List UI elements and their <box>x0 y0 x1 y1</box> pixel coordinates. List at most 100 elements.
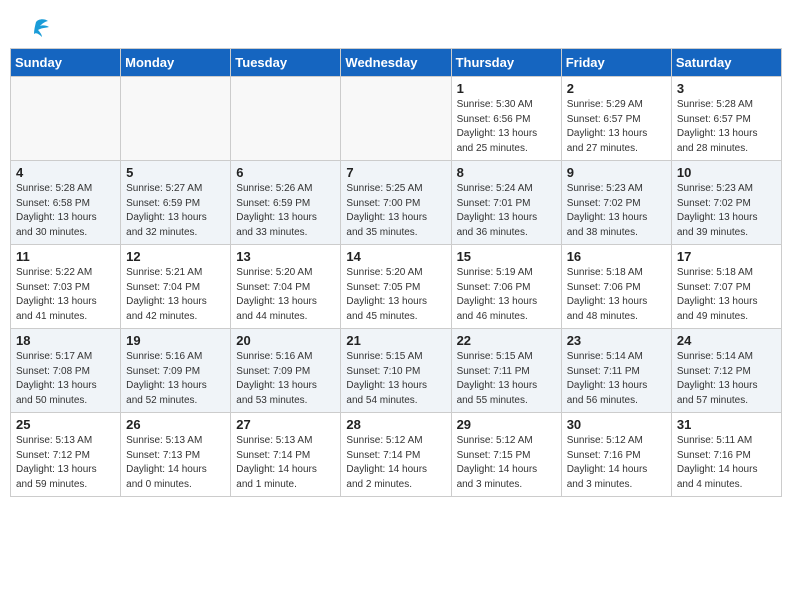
day-info: Sunrise: 5:24 AM Sunset: 7:01 PM Dayligh… <box>457 182 556 240</box>
day-number: 19 <box>126 333 225 348</box>
day-number: 31 <box>677 417 776 432</box>
day-number: 8 <box>457 165 556 180</box>
day-number: 15 <box>457 249 556 264</box>
calendar-week-row: 11Sunrise: 5:22 AM Sunset: 7:03 PM Dayli… <box>11 245 782 329</box>
day-info: Sunrise: 5:14 AM Sunset: 7:11 PM Dayligh… <box>567 350 666 408</box>
calendar-cell: 8 Sunrise: 5:24 AM Sunset: 7:01 PM Daylig… <box>451 161 561 245</box>
calendar-cell: 25 Sunrise: 5:13 AM Sunset: 7:12 PM Dayli… <box>11 413 121 497</box>
day-number: 27 <box>236 417 335 432</box>
day-info: Sunrise: 5:12 AM Sunset: 7:15 PM Dayligh… <box>457 434 556 492</box>
day-number: 14 <box>346 249 445 264</box>
calendar-cell: 27 Sunrise: 5:13 AM Sunset: 7:14 PM Dayli… <box>231 413 341 497</box>
calendar-cell: 7 Sunrise: 5:25 AM Sunset: 7:00 PM Daylig… <box>341 161 451 245</box>
day-info: Sunrise: 5:16 AM Sunset: 7:09 PM Dayligh… <box>126 350 225 408</box>
day-number: 13 <box>236 249 335 264</box>
day-info: Sunrise: 5:13 AM Sunset: 7:14 PM Dayligh… <box>236 434 335 492</box>
day-info: Sunrise: 5:19 AM Sunset: 7:06 PM Dayligh… <box>457 266 556 324</box>
day-number: 2 <box>567 81 666 96</box>
calendar-cell <box>231 77 341 161</box>
day-number: 3 <box>677 81 776 96</box>
weekday-header-thursday: Thursday <box>451 49 561 77</box>
day-number: 30 <box>567 417 666 432</box>
day-info: Sunrise: 5:11 AM Sunset: 7:16 PM Dayligh… <box>677 434 776 492</box>
day-number: 17 <box>677 249 776 264</box>
calendar-cell: 3 Sunrise: 5:28 AM Sunset: 6:57 PM Daylig… <box>671 77 781 161</box>
day-info: Sunrise: 5:12 AM Sunset: 7:16 PM Dayligh… <box>567 434 666 492</box>
day-number: 4 <box>16 165 115 180</box>
day-number: 10 <box>677 165 776 180</box>
weekday-header-sunday: Sunday <box>11 49 121 77</box>
day-info: Sunrise: 5:28 AM Sunset: 6:58 PM Dayligh… <box>16 182 115 240</box>
day-number: 20 <box>236 333 335 348</box>
day-info: Sunrise: 5:14 AM Sunset: 7:12 PM Dayligh… <box>677 350 776 408</box>
day-info: Sunrise: 5:13 AM Sunset: 7:12 PM Dayligh… <box>16 434 115 492</box>
day-number: 12 <box>126 249 225 264</box>
calendar-cell: 10 Sunrise: 5:23 AM Sunset: 7:02 PM Dayli… <box>671 161 781 245</box>
day-info: Sunrise: 5:16 AM Sunset: 7:09 PM Dayligh… <box>236 350 335 408</box>
day-info: Sunrise: 5:27 AM Sunset: 6:59 PM Dayligh… <box>126 182 225 240</box>
calendar-cell <box>121 77 231 161</box>
day-info: Sunrise: 5:18 AM Sunset: 7:07 PM Dayligh… <box>677 266 776 324</box>
calendar-cell: 6Sunrise: 5:26 AM Sunset: 6:59 PM Daylig… <box>231 161 341 245</box>
day-number: 22 <box>457 333 556 348</box>
calendar-week-row: 25 Sunrise: 5:13 AM Sunset: 7:12 PM Dayli… <box>11 413 782 497</box>
calendar-cell: 20 Sunrise: 5:16 AM Sunset: 7:09 PM Dayli… <box>231 329 341 413</box>
day-info: Sunrise: 5:29 AM Sunset: 6:57 PM Dayligh… <box>567 98 666 156</box>
day-number: 7 <box>346 165 445 180</box>
calendar-cell: 5 Sunrise: 5:27 AM Sunset: 6:59 PM Daylig… <box>121 161 231 245</box>
day-info: Sunrise: 5:22 AM Sunset: 7:03 PM Dayligh… <box>16 266 115 324</box>
calendar-cell: 15 Sunrise: 5:19 AM Sunset: 7:06 PM Dayli… <box>451 245 561 329</box>
calendar-cell: 30 Sunrise: 5:12 AM Sunset: 7:16 PM Dayli… <box>561 413 671 497</box>
calendar-cell: 11Sunrise: 5:22 AM Sunset: 7:03 PM Dayli… <box>11 245 121 329</box>
calendar-cell: 17 Sunrise: 5:18 AM Sunset: 7:07 PM Dayli… <box>671 245 781 329</box>
calendar-week-row: 1Sunrise: 5:30 AM Sunset: 6:56 PM Daylig… <box>11 77 782 161</box>
day-number: 16 <box>567 249 666 264</box>
day-number: 24 <box>677 333 776 348</box>
calendar-cell: 23 Sunrise: 5:14 AM Sunset: 7:11 PM Dayli… <box>561 329 671 413</box>
day-info: Sunrise: 5:15 AM Sunset: 7:11 PM Dayligh… <box>457 350 556 408</box>
calendar-cell: 31 Sunrise: 5:11 AM Sunset: 7:16 PM Dayli… <box>671 413 781 497</box>
day-number: 23 <box>567 333 666 348</box>
calendar-table: SundayMondayTuesdayWednesdayThursdayFrid… <box>10 48 782 497</box>
day-info: Sunrise: 5:28 AM Sunset: 6:57 PM Dayligh… <box>677 98 776 156</box>
calendar-cell <box>11 77 121 161</box>
calendar-week-row: 4 Sunrise: 5:28 AM Sunset: 6:58 PM Daylig… <box>11 161 782 245</box>
calendar-cell: 24 Sunrise: 5:14 AM Sunset: 7:12 PM Dayli… <box>671 329 781 413</box>
calendar-cell: 19 Sunrise: 5:16 AM Sunset: 7:09 PM Dayli… <box>121 329 231 413</box>
logo-bird-icon <box>22 18 50 38</box>
calendar-cell: 18 Sunrise: 5:17 AM Sunset: 7:08 PM Dayli… <box>11 329 121 413</box>
day-info: Sunrise: 5:20 AM Sunset: 7:04 PM Dayligh… <box>236 266 335 324</box>
weekday-header-wednesday: Wednesday <box>341 49 451 77</box>
calendar-cell: 29 Sunrise: 5:12 AM Sunset: 7:15 PM Dayli… <box>451 413 561 497</box>
day-number: 28 <box>346 417 445 432</box>
calendar-cell: 4 Sunrise: 5:28 AM Sunset: 6:58 PM Daylig… <box>11 161 121 245</box>
calendar-cell <box>341 77 451 161</box>
day-info: Sunrise: 5:20 AM Sunset: 7:05 PM Dayligh… <box>346 266 445 324</box>
weekday-header-friday: Friday <box>561 49 671 77</box>
day-info: Sunrise: 5:30 AM Sunset: 6:56 PM Dayligh… <box>457 98 556 156</box>
day-number: 25 <box>16 417 115 432</box>
day-number: 18 <box>16 333 115 348</box>
day-number: 29 <box>457 417 556 432</box>
day-info: Sunrise: 5:26 AM Sunset: 6:59 PM Dayligh… <box>236 182 335 240</box>
calendar-cell: 26Sunrise: 5:13 AM Sunset: 7:13 PM Dayli… <box>121 413 231 497</box>
day-number: 5 <box>126 165 225 180</box>
day-info: Sunrise: 5:18 AM Sunset: 7:06 PM Dayligh… <box>567 266 666 324</box>
day-number: 21 <box>346 333 445 348</box>
calendar-cell: 16 Sunrise: 5:18 AM Sunset: 7:06 PM Dayli… <box>561 245 671 329</box>
day-info: Sunrise: 5:17 AM Sunset: 7:08 PM Dayligh… <box>16 350 115 408</box>
day-info: Sunrise: 5:23 AM Sunset: 7:02 PM Dayligh… <box>677 182 776 240</box>
day-info: Sunrise: 5:12 AM Sunset: 7:14 PM Dayligh… <box>346 434 445 492</box>
calendar-cell: 2 Sunrise: 5:29 AM Sunset: 6:57 PM Daylig… <box>561 77 671 161</box>
weekday-header-saturday: Saturday <box>671 49 781 77</box>
calendar-cell: 28 Sunrise: 5:12 AM Sunset: 7:14 PM Dayli… <box>341 413 451 497</box>
calendar-cell: 9Sunrise: 5:23 AM Sunset: 7:02 PM Daylig… <box>561 161 671 245</box>
day-info: Sunrise: 5:21 AM Sunset: 7:04 PM Dayligh… <box>126 266 225 324</box>
calendar-cell: 14 Sunrise: 5:20 AM Sunset: 7:05 PM Dayli… <box>341 245 451 329</box>
page-header <box>10 10 782 42</box>
day-info: Sunrise: 5:23 AM Sunset: 7:02 PM Dayligh… <box>567 182 666 240</box>
day-info: Sunrise: 5:25 AM Sunset: 7:00 PM Dayligh… <box>346 182 445 240</box>
calendar-cell: 12 Sunrise: 5:21 AM Sunset: 7:04 PM Dayli… <box>121 245 231 329</box>
calendar-week-row: 18 Sunrise: 5:17 AM Sunset: 7:08 PM Dayli… <box>11 329 782 413</box>
day-info: Sunrise: 5:13 AM Sunset: 7:13 PM Dayligh… <box>126 434 225 492</box>
